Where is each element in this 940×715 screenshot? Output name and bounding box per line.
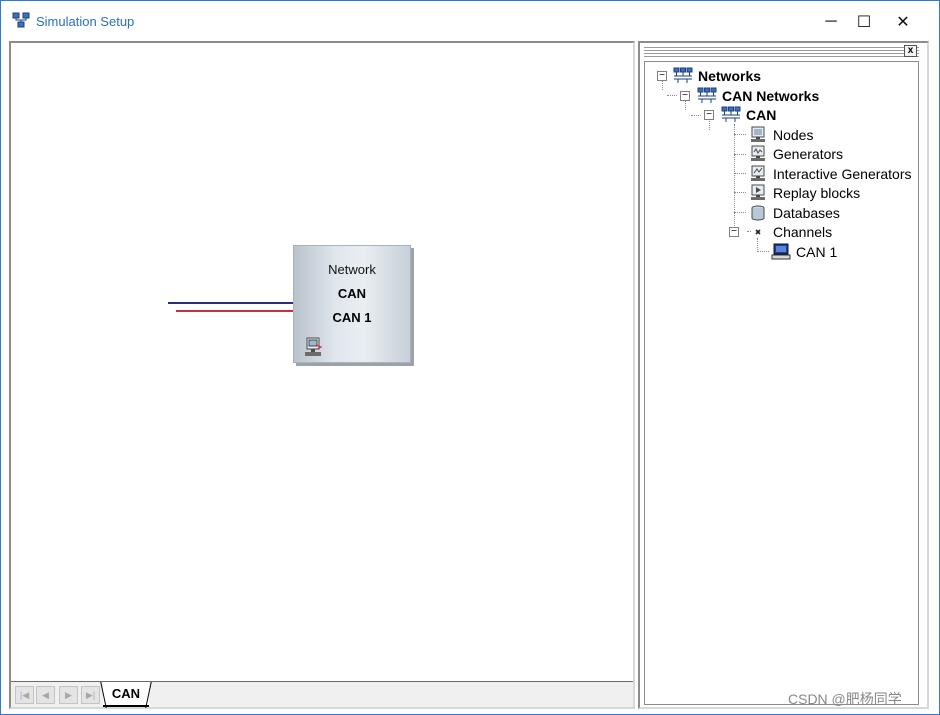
tree-item-channels[interactable]: Channels [748, 223, 832, 241]
node-icon [751, 126, 765, 142]
tree-item-label: CAN [746, 107, 777, 123]
networks-collapse-toggle[interactable]: − [657, 71, 667, 81]
close-button[interactable]: ✕ [885, 8, 921, 36]
tree-item-label: CAN 1 [796, 244, 838, 260]
can-networks-collapse-toggle[interactable]: − [680, 91, 690, 101]
network-tree: − Networks − CAN Networks − CAN Nodes Ge… [644, 61, 919, 705]
tab-nav-next-button[interactable]: ▶ [59, 686, 78, 704]
tree-item-interactive-generators[interactable]: Interactive Generators [748, 165, 912, 183]
simulation-setup-window: Simulation Setup ─ ☐ ✕ Network CAN CAN 1… [0, 0, 940, 715]
network-block-name: CAN [337, 286, 367, 301]
tree-item-label: Generators [773, 146, 844, 162]
network-icon [721, 106, 741, 122]
channel-device-icon [771, 243, 791, 260]
tree-item-can-1[interactable]: CAN 1 [771, 243, 837, 261]
minimize-button[interactable]: ─ [813, 8, 849, 36]
network-block[interactable]: Network CAN CAN 1 [293, 245, 411, 363]
channels-collapse-toggle[interactable]: − [729, 227, 739, 237]
network-tree-panel: x − Networks − CAN Networks − CAN Nodes … [638, 41, 929, 709]
can-high-wire[interactable] [168, 302, 294, 304]
tree-item-label: CAN Networks [722, 88, 820, 104]
tab-nav-first-button[interactable]: |◀ [15, 686, 34, 704]
tree-panel-grip[interactable] [644, 45, 919, 59]
tree-item-label: Interactive Generators [773, 166, 912, 182]
can-collapse-toggle[interactable]: − [704, 110, 714, 120]
replay-block-icon [751, 184, 765, 200]
network-block-channel: CAN 1 [332, 310, 372, 325]
tree-item-label: Networks [698, 68, 762, 84]
tab-nav-last-button[interactable]: ▶| [81, 686, 100, 704]
tab-can[interactable]: CAN [103, 682, 149, 707]
title-bar: Simulation Setup ─ ☐ ✕ [1, 1, 939, 41]
tree-item-label: Databases [773, 205, 840, 221]
channels-icon [755, 229, 761, 235]
tree-item-generators[interactable]: Generators [748, 145, 843, 163]
network-icon [697, 87, 717, 103]
tree-item-label: Channels [773, 224, 833, 240]
tree-item-databases[interactable]: Databases [748, 204, 840, 222]
network-block-type: Network [328, 262, 376, 277]
network-icon [673, 67, 693, 83]
database-icon [751, 205, 765, 221]
tree-item-nodes[interactable]: Nodes [748, 126, 813, 144]
tree-panel-close-button[interactable]: x [904, 45, 917, 57]
watermark: CSDN @肥杨同学 [788, 691, 902, 707]
network-canvas[interactable]: Network CAN CAN 1 |◀ ◀ ▶ ▶| CAN [9, 41, 635, 709]
tree-item-replay-blocks[interactable]: Replay blocks [748, 184, 860, 202]
tree-item-networks[interactable]: Networks [673, 67, 761, 85]
window-title: Simulation Setup [36, 14, 135, 29]
interactive-generator-icon [751, 165, 765, 181]
tree-item-can[interactable]: CAN [721, 106, 776, 124]
tree-item-can-networks[interactable]: CAN Networks [697, 87, 819, 105]
tree-item-label: Nodes [773, 127, 814, 143]
tree-item-label: Replay blocks [773, 185, 861, 201]
network-node-icon [305, 337, 323, 356]
tab-nav-prev-button[interactable]: ◀ [36, 686, 55, 704]
canvas-tab-strip: |◀ ◀ ▶ ▶| CAN [11, 681, 633, 707]
can-low-wire[interactable] [176, 310, 294, 312]
simulation-setup-icon [12, 12, 30, 28]
maximize-button[interactable]: ☐ [846, 8, 882, 36]
generator-icon [751, 145, 765, 161]
